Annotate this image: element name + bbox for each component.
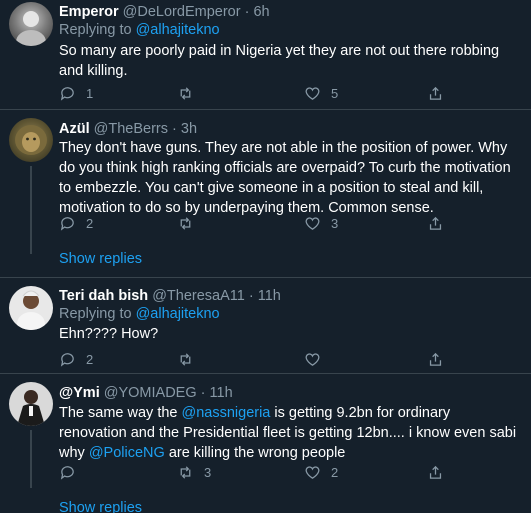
reply-button[interactable]: 1 — [59, 83, 93, 103]
tweet-header: Teri dah bish @TheresaA11 · 11h — [59, 288, 281, 304]
replying-to-prefix: Replying to — [59, 306, 136, 322]
tweet-text-part: The same way the — [59, 405, 182, 421]
heart-icon — [305, 352, 320, 366]
tweet-text: The same way the @nassnigeria is getting… — [59, 403, 521, 463]
like-button[interactable]: 5 — [304, 83, 338, 103]
lion-avatar-icon — [15, 125, 47, 155]
like-button[interactable]: 2 — [304, 462, 338, 482]
show-replies-link[interactable]: Show replies — [59, 500, 142, 513]
tweet-header: Emperor @DeLordEmperor · 6h — [59, 4, 270, 20]
mention-link[interactable]: @PoliceNG — [89, 445, 165, 461]
retweet-button[interactable] — [177, 213, 204, 233]
reply-icon — [60, 216, 74, 231]
retweet-count: 3 — [204, 464, 212, 480]
user-handle[interactable]: @TheBerrs — [94, 121, 168, 137]
tweet-text: Ehn???? How? — [59, 326, 159, 342]
retweet-icon — [180, 216, 191, 230]
heart-icon — [305, 465, 320, 479]
avatar[interactable] — [9, 286, 53, 330]
heart-icon — [305, 86, 320, 100]
tweet-azul[interactable]: Azül @TheBerrs · 3h They don't have guns… — [0, 110, 531, 276]
tweet-text: So many are poorly paid in Nigeria yet t… — [59, 43, 500, 79]
mention-link[interactable]: @nassnigeria — [182, 405, 271, 421]
avatar-photo-icon — [17, 390, 45, 426]
timestamp[interactable]: · 11h — [249, 288, 281, 304]
avatar[interactable] — [9, 118, 53, 162]
tweet-actions: 2 — [59, 349, 459, 369]
reply-button[interactable] — [59, 462, 86, 482]
avatar[interactable] — [9, 382, 53, 426]
share-icon — [429, 216, 442, 230]
timestamp[interactable]: · 3h — [172, 121, 197, 137]
tweet-ymi[interactable]: @Ymi @YOMIADEG · 11h The same way the @n… — [0, 374, 531, 513]
replying-to: Replying to @alhajitekno — [59, 22, 220, 38]
reply-button[interactable]: 2 — [59, 349, 93, 369]
timestamp[interactable]: · 6h — [245, 4, 270, 20]
user-handle[interactable]: @DeLordEmperor — [123, 4, 241, 20]
tweet-text-part: are killing the wrong people — [164, 445, 346, 461]
thread-line — [30, 166, 32, 254]
share-icon — [429, 86, 442, 100]
reply-icon — [60, 465, 74, 480]
heart-icon — [305, 216, 320, 230]
share-button[interactable] — [427, 462, 444, 482]
tweet-actions: 2 3 — [59, 213, 459, 233]
reply-count: 2 — [86, 215, 94, 231]
tweet-emperor[interactable]: Emperor @DeLordEmperor · 6h Replying to … — [0, 0, 531, 108]
like-count: 3 — [331, 215, 339, 231]
user-handle[interactable]: @YOMIADEG — [104, 385, 197, 401]
like-count: 2 — [331, 464, 339, 480]
tweet-header: @Ymi @YOMIADEG · 11h — [59, 385, 233, 401]
retweet-icon — [180, 352, 191, 366]
avatar[interactable] — [9, 2, 53, 46]
tweet-header: Azül @TheBerrs · 3h — [59, 121, 197, 137]
reply-count: 2 — [86, 351, 94, 367]
thread-line — [30, 430, 32, 488]
show-replies-link[interactable]: Show replies — [59, 251, 142, 267]
share-button[interactable] — [427, 349, 444, 369]
tweet-actions: 1 5 — [59, 83, 459, 103]
display-name[interactable]: Teri dah bish — [59, 288, 148, 304]
retweet-button[interactable] — [177, 83, 204, 103]
display-name[interactable]: @Ymi — [59, 385, 100, 401]
avatar-photo-icon — [17, 290, 45, 330]
retweet-button[interactable]: 3 — [177, 462, 211, 482]
replying-to-prefix: Replying to — [59, 22, 136, 38]
mention-link[interactable]: @alhajitekno — [136, 22, 220, 38]
reply-count: 1 — [86, 85, 94, 101]
retweet-icon — [180, 465, 191, 479]
avatar-photo-icon — [16, 11, 46, 46]
display-name[interactable]: Emperor — [59, 4, 119, 20]
like-button[interactable] — [304, 349, 331, 369]
retweet-button[interactable] — [177, 349, 204, 369]
mention-link[interactable]: @alhajitekno — [136, 306, 220, 322]
tweet-teri[interactable]: Teri dah bish @TheresaA11 · 11h Replying… — [0, 278, 531, 372]
retweet-icon — [180, 86, 191, 100]
user-handle[interactable]: @TheresaA11 — [152, 288, 245, 304]
reply-icon — [60, 352, 74, 367]
tweet-text: They don't have guns. They are not able … — [59, 140, 511, 216]
display-name[interactable]: Azül — [59, 121, 90, 137]
share-icon — [429, 352, 442, 366]
reply-button[interactable]: 2 — [59, 213, 93, 233]
share-icon — [429, 465, 442, 479]
like-button[interactable]: 3 — [304, 213, 338, 233]
reply-icon — [60, 86, 74, 101]
replying-to: Replying to @alhajitekno — [59, 306, 220, 322]
timestamp[interactable]: · 11h — [201, 385, 233, 401]
like-count: 5 — [331, 85, 339, 101]
share-button[interactable] — [427, 213, 444, 233]
tweet-actions: 3 2 — [59, 462, 459, 482]
share-button[interactable] — [427, 83, 444, 103]
